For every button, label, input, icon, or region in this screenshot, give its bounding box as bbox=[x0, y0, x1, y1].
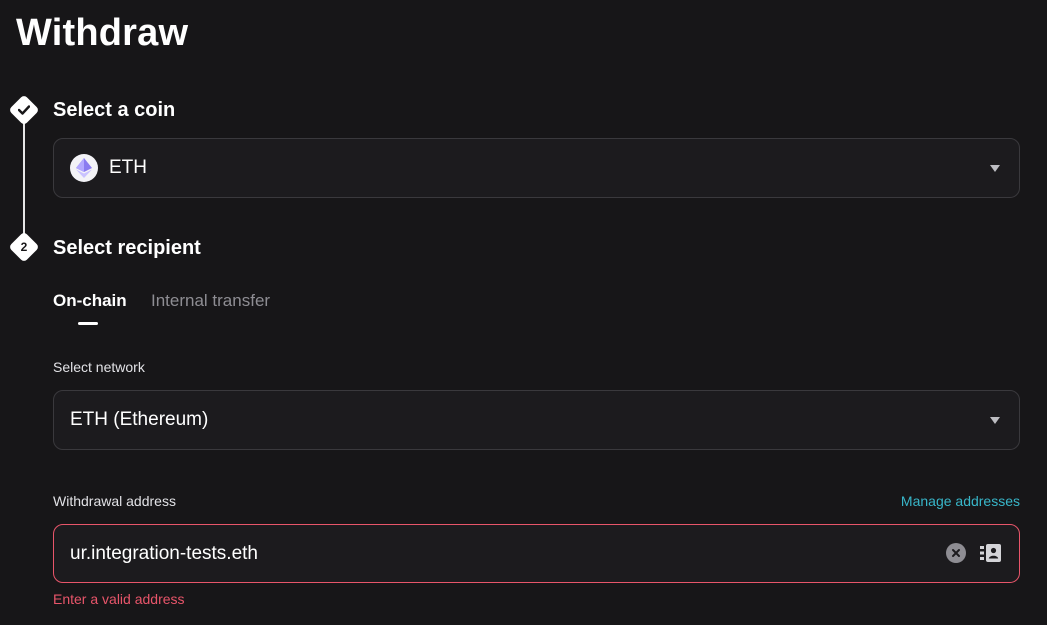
withdraw-page: Withdraw Select a coin ETH 2 Select reci… bbox=[0, 0, 1047, 625]
step-2-title: Select recipient bbox=[53, 237, 201, 259]
tab-internal-transfer[interactable]: Internal transfer bbox=[151, 291, 270, 311]
tab-on-chain[interactable]: On-chain bbox=[53, 291, 127, 311]
coin-select-value: ETH bbox=[109, 157, 147, 178]
coin-select[interactable]: ETH bbox=[53, 138, 1020, 198]
ethereum-icon bbox=[70, 154, 98, 182]
network-select-value: ETH (Ethereum) bbox=[70, 409, 209, 430]
chevron-down-icon bbox=[990, 417, 1000, 424]
step-2-number: 2 bbox=[20, 240, 28, 254]
address-error-message: Enter a valid address bbox=[53, 591, 185, 607]
check-icon bbox=[13, 99, 35, 121]
stepper-rail bbox=[23, 111, 25, 247]
network-label: Select network bbox=[53, 359, 145, 375]
chevron-down-icon bbox=[990, 165, 1000, 172]
network-select[interactable]: ETH (Ethereum) bbox=[53, 390, 1020, 450]
active-tab-indicator bbox=[78, 322, 98, 325]
address-book-icon[interactable] bbox=[980, 543, 1002, 563]
address-label: Withdrawal address bbox=[53, 493, 176, 509]
step-1-title: Select a coin bbox=[53, 99, 176, 121]
address-input[interactable] bbox=[70, 542, 930, 565]
clear-icon[interactable] bbox=[946, 543, 966, 563]
address-field bbox=[53, 524, 1020, 583]
manage-addresses-link[interactable]: Manage addresses bbox=[901, 493, 1020, 509]
page-title: Withdraw bbox=[16, 12, 189, 54]
